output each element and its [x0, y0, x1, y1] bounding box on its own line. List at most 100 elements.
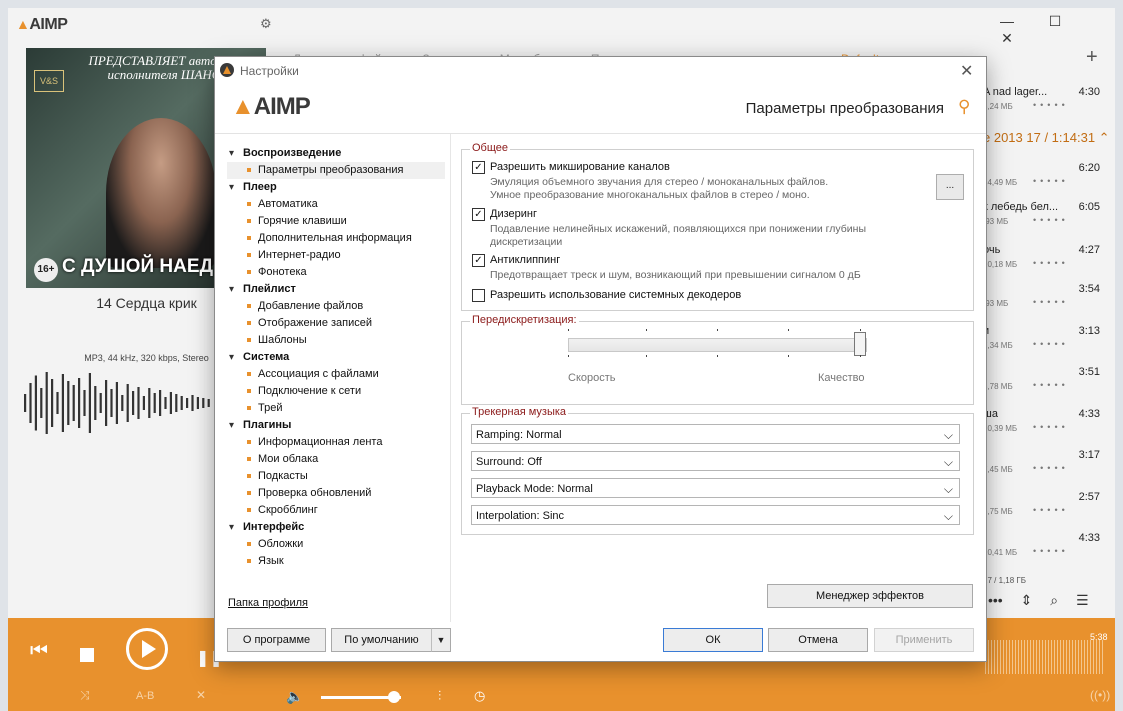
defaults-button[interactable]: По умолчанию [331, 628, 432, 652]
dithering-checkbox[interactable]: ✓ [472, 208, 485, 221]
resampling-slider[interactable] [568, 338, 867, 352]
track-row[interactable]: к лебедь бел... 6:05,93 МБ ••••• [983, 201, 1108, 241]
mixing-label[interactable]: Разрешить микширование каналов [490, 161, 670, 173]
playlist-group-header[interactable]: е 2013 17 / 1:14:31 ⌃ [983, 130, 1110, 146]
rating-dots[interactable]: ••••• [1033, 380, 1069, 390]
surround-select[interactable]: Surround: Off ⌵ [471, 451, 960, 471]
tree-category[interactable]: Система [227, 349, 445, 366]
rating-dots[interactable]: ••••• [1033, 215, 1069, 225]
resampling-slider-knob[interactable] [854, 332, 866, 356]
dialog-titlebar[interactable]: Настройки ✕ [215, 57, 986, 83]
mixing-settings-button[interactable]: ... [936, 174, 964, 200]
close-icon[interactable]: ✕ [960, 61, 973, 81]
track-row[interactable]: 4:33 10,41 МБ ••••• [983, 532, 1108, 572]
playback-mode-select[interactable]: Playback Mode: Normal ⌵ [471, 478, 960, 498]
ab-repeat-button[interactable]: A-B [136, 690, 154, 702]
ramping-select[interactable]: Ramping: Normal ⌵ [471, 424, 960, 444]
sort-icon[interactable]: ⇕ [1021, 592, 1033, 608]
collapse-icon[interactable]: ⌃ [1099, 130, 1110, 145]
search-icon[interactable]: ⌕ [1050, 592, 1058, 608]
rating-dots[interactable]: ••••• [1033, 463, 1069, 473]
dithering-label[interactable]: Дизеринг [490, 208, 537, 220]
maximize-icon[interactable]: ☐ [1031, 13, 1079, 30]
waveform-bar [29, 383, 32, 423]
tree-item[interactable]: Подкасты [227, 468, 445, 485]
tree-item[interactable]: Язык [227, 553, 445, 570]
track-row[interactable]: 3:51 8,78 МБ ••••• [983, 366, 1108, 406]
cancel-button[interactable]: Отмена [768, 628, 868, 652]
track-row[interactable]: 6:20 14,49 МБ ••••• [983, 162, 1108, 202]
repeat-icon[interactable]: ✕ [196, 688, 206, 702]
rating-dots[interactable]: ••••• [1033, 100, 1069, 110]
tree-item[interactable]: Скробблинг [227, 502, 445, 519]
tree-item[interactable]: Обложки [227, 536, 445, 553]
add-playlist-icon[interactable]: + [1086, 46, 1098, 69]
profile-folder-link[interactable]: Папка профиля [228, 597, 308, 609]
chevron-down-icon: ⌵ [943, 455, 953, 469]
tree-item[interactable]: Подключение к сети [227, 383, 445, 400]
close-icon[interactable]: ✕ [983, 30, 1031, 47]
apply-button[interactable]: Применить [874, 628, 974, 652]
seek-waveform[interactable] [985, 640, 1105, 674]
tree-item[interactable]: Ассоциация с файлами [227, 366, 445, 383]
tree-item[interactable]: Параметры преобразования [227, 162, 445, 179]
tree-item[interactable]: Трей [227, 400, 445, 417]
track-row[interactable]: 3:17 7,45 МБ ••••• [983, 449, 1108, 489]
tree-category[interactable]: Плагины [227, 417, 445, 434]
about-button[interactable]: О программе [227, 628, 326, 652]
track-row[interactable]: 3:54,93 МБ ••••• [983, 283, 1108, 323]
equalizer-icon[interactable]: ⫶ [438, 688, 441, 704]
rating-dots[interactable]: ••••• [1033, 546, 1069, 556]
anticlipping-label[interactable]: Антиклиппинг [490, 254, 560, 266]
tree-item[interactable]: Дополнительная информация [227, 230, 445, 247]
more-icon[interactable]: ••• [988, 592, 1003, 608]
tree-category[interactable]: Плеер [227, 179, 445, 196]
play-icon[interactable] [126, 628, 168, 670]
gear-icon[interactable]: ⚙ [260, 16, 272, 32]
rating-dots[interactable]: ••••• [1033, 176, 1069, 186]
search-icon[interactable]: ⚲ [958, 97, 970, 117]
rating-dots[interactable]: ••••• [1033, 339, 1069, 349]
tree-item[interactable]: Шаблоны [227, 332, 445, 349]
waveform-bar [56, 392, 59, 414]
interpolation-select[interactable]: Interpolation: Sinc ⌵ [471, 505, 960, 525]
system-decoders-checkbox[interactable] [472, 289, 485, 302]
tree-category[interactable]: Интерфейс [227, 519, 445, 536]
defaults-dropdown-icon[interactable]: ▼ [431, 628, 451, 652]
tree-item[interactable]: Фонотека [227, 264, 445, 281]
tree-item[interactable]: Интернет-радио [227, 247, 445, 264]
ok-button[interactable]: ОК [663, 628, 763, 652]
waveform-bar [110, 389, 113, 417]
minimize-icon[interactable]: — [983, 13, 1031, 29]
stop-icon[interactable] [80, 648, 94, 662]
system-decoders-label[interactable]: Разрешить использование системных декоде… [490, 289, 741, 301]
tree-item[interactable]: Горячие клавиши [227, 213, 445, 230]
rating-dots[interactable]: ••••• [1033, 505, 1069, 515]
rating-dots[interactable]: ••••• [1033, 258, 1069, 268]
volume-knob[interactable] [388, 691, 400, 703]
shuffle-icon[interactable]: ⤨ [80, 688, 90, 703]
mixing-checkbox[interactable]: ✓ [472, 161, 485, 174]
track-row[interactable]: и 3:13 7,34 МБ ••••• [983, 325, 1108, 365]
effects-manager-button[interactable]: Менеджер эффектов [767, 584, 973, 608]
tree-category[interactable]: Плейлист [227, 281, 445, 298]
rating-dots[interactable]: ••••• [1033, 297, 1069, 307]
rating-dots[interactable]: ••••• [1033, 422, 1069, 432]
previous-icon[interactable]: ⏮ [30, 640, 48, 663]
track-row[interactable]: очь 4:27 10,18 МБ ••••• [983, 244, 1108, 284]
track-row[interactable]: 2:57 6,75 МБ ••••• [983, 491, 1108, 531]
tree-item[interactable]: Добавление файлов [227, 298, 445, 315]
track-row[interactable]: A nad lager... 4:30 3,24 МБ ••••• [983, 86, 1108, 126]
broadcast-icon[interactable]: ((•)) [1090, 688, 1110, 702]
anticlipping-checkbox[interactable]: ✓ [472, 254, 485, 267]
tree-item[interactable]: Информационная лента [227, 434, 445, 451]
timer-icon[interactable]: ◷ [474, 688, 485, 704]
tree-category[interactable]: Воспроизведение [227, 145, 445, 162]
tree-item[interactable]: Проверка обновлений [227, 485, 445, 502]
track-row[interactable]: ша 4:33 10,39 МБ ••••• [983, 408, 1108, 448]
menu-icon[interactable]: ☰ [1076, 592, 1089, 608]
tree-item[interactable]: Мои облака [227, 451, 445, 468]
volume-icon[interactable]: 🔈 [286, 688, 303, 705]
tree-item[interactable]: Отображение записей [227, 315, 445, 332]
tree-item[interactable]: Автоматика [227, 196, 445, 213]
